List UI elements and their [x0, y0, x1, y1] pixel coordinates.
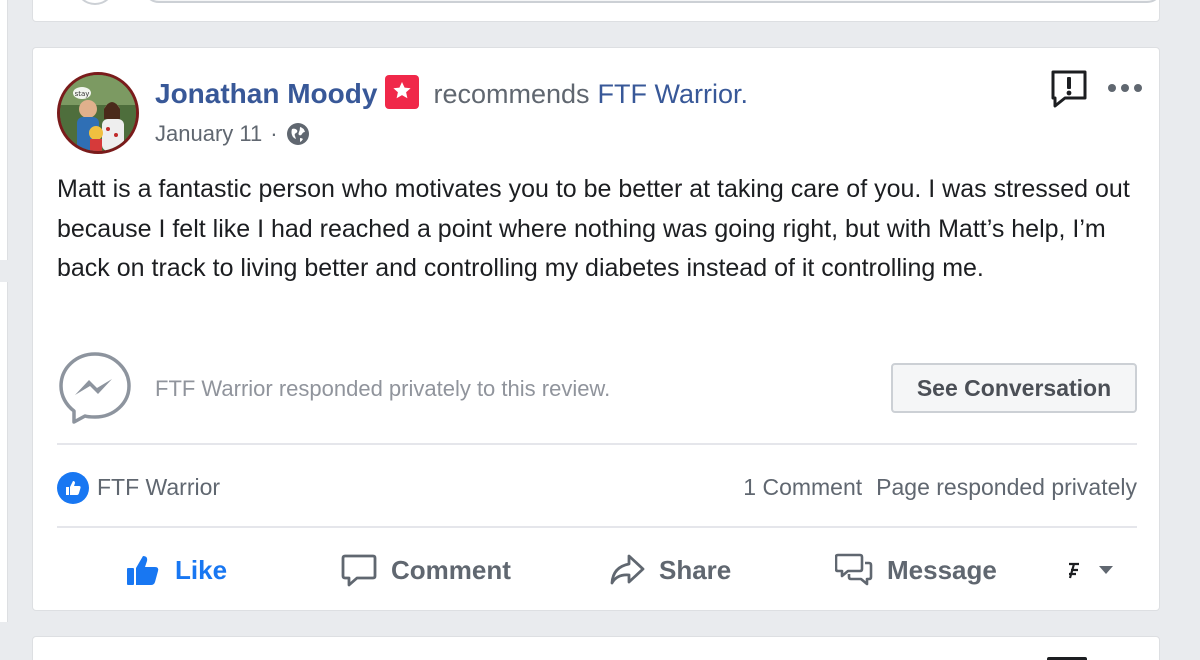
divider — [57, 443, 1137, 445]
author-name[interactable]: Jonathan Moody — [155, 78, 377, 110]
review-text: Matt is a fantastic person who motivates… — [57, 175, 1130, 282]
post-header: Jonathan Moody recommends FTF Warrior. — [155, 75, 748, 112]
page-name-link[interactable]: FTF Warrior. — [598, 79, 748, 110]
report-icon[interactable] — [1049, 68, 1089, 108]
author-avatar[interactable]: stay — [57, 72, 139, 154]
actor-selector[interactable] — [1061, 548, 1125, 592]
comment-button[interactable]: Comment — [341, 548, 511, 592]
thumbs-up-icon — [127, 556, 159, 585]
private-response-row: FTF Warrior responded privately to this … — [57, 350, 1137, 426]
comment-count[interactable]: 1 Comment — [743, 474, 862, 501]
meta-separator: · — [270, 121, 278, 146]
private-response-text: FTF Warrior responded privately to this … — [155, 376, 611, 401]
next-post-card — [32, 636, 1160, 660]
liker-name[interactable]: FTF Warrior — [97, 474, 220, 501]
messenger-icon — [59, 352, 131, 424]
comment-bubble-icon — [341, 554, 377, 587]
previous-post-card — [32, 0, 1163, 22]
message-label: Message — [887, 554, 997, 585]
globe-icon[interactable] — [286, 122, 310, 146]
review-post-card: stay Jonathan Moody recommends FTF Warri… — [32, 47, 1160, 611]
like-badge-icon[interactable] — [57, 472, 89, 504]
avatar-caption: stay — [75, 90, 90, 98]
more-options-icon[interactable] — [1107, 78, 1143, 98]
share-button[interactable]: Share — [609, 548, 731, 592]
previous-post-avatar — [75, 0, 115, 5]
post-actions: Like Comment Share Message — [57, 542, 1137, 598]
like-label: Like — [175, 554, 228, 585]
comment-label: Comment — [391, 554, 511, 585]
left-panel-edge — [0, 0, 8, 260]
share-arrow-icon — [610, 554, 645, 585]
like-button[interactable]: Like — [125, 548, 227, 592]
post-date[interactable]: January 11 — [155, 121, 262, 147]
see-conversation-button[interactable]: See Conversation — [891, 363, 1137, 413]
recommends-verb: recommends — [433, 78, 590, 109]
post-meta: January 11 · — [155, 120, 310, 148]
divider — [57, 526, 1137, 528]
share-label: Share — [659, 554, 732, 585]
previous-post-comment-input[interactable] — [143, 0, 1163, 3]
message-bubbles-icon — [835, 553, 873, 586]
page-response-status: Page responded privately — [876, 474, 1137, 500]
message-button[interactable]: Message — [835, 548, 997, 592]
recommend-badge-icon — [385, 75, 420, 109]
reactions-summary: FTF Warrior 1 Comment Page responded pri… — [57, 468, 1137, 506]
left-panel-edge — [0, 282, 8, 622]
caret-down-icon — [1099, 566, 1113, 574]
actor-selector-icon — [1062, 558, 1086, 582]
engagement-counts: 1 Comment Page responded privately — [743, 474, 1137, 501]
